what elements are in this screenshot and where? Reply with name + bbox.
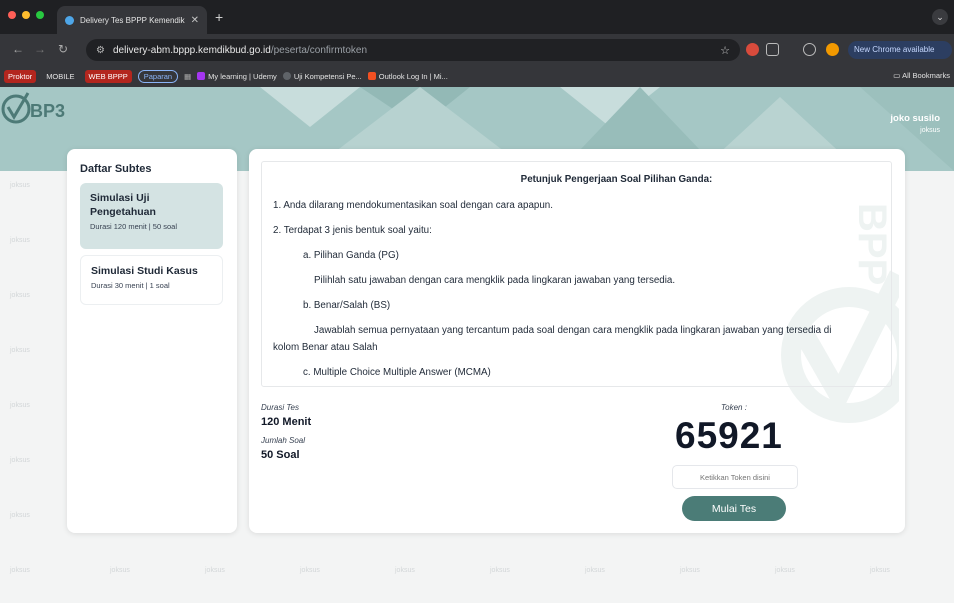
bp3-logo: BP3: [1, 92, 65, 124]
watermark-text: joksus: [680, 567, 700, 574]
watermark-text: joksus: [205, 567, 225, 574]
instruction-line: Jawablah semua pernyataan yang tercantum…: [314, 325, 832, 336]
watermark-text: joksus: [10, 512, 30, 519]
watermark-text: joksus: [870, 567, 890, 574]
subtest-detail: Durasi 120 menit | 50 soal: [90, 222, 177, 232]
globe-icon: [282, 71, 291, 80]
svg-text:BP3: BP3: [30, 101, 65, 121]
watermark-text: joksus: [10, 457, 30, 464]
instruction-line: 2. Terdapat 3 jenis bentuk soal yaitu:: [273, 225, 432, 236]
bookmark-web-bppp[interactable]: WEB BPPP: [84, 69, 132, 83]
watermark-text: joksus: [110, 567, 130, 574]
maximize-window-icon[interactable]: [36, 11, 44, 19]
instructions-panel: Petunjuk Pengerjaan Soal Pilihan Ganda: …: [261, 161, 892, 387]
duration-label: Durasi Tes: [261, 403, 299, 412]
watermark-text: joksus: [395, 567, 415, 574]
browser-toolbar: ← → ↻ ⚙ delivery-abm.bppp.kemdikbud.go.i…: [0, 34, 954, 65]
reload-icon[interactable]: ↻: [58, 42, 68, 56]
bookmark-outlook[interactable]: Outlook Log In | Mi...: [367, 71, 448, 81]
subtest-list-card: Daftar Subtes Simulasi Uji Pengetahuan D…: [67, 149, 237, 533]
bookmark-udemy[interactable]: My learning | Udemy: [197, 71, 277, 81]
watermark-text: joksus: [490, 567, 510, 574]
bookmark-paparan[interactable]: Paparan: [137, 69, 179, 83]
user-name: joko susilo: [890, 113, 940, 124]
start-test-button[interactable]: Mulai Tes: [682, 496, 786, 521]
token-value: 65921: [675, 415, 783, 456]
bookmark-uji-kompetensi[interactable]: Uji Kompetensi Pe...: [282, 71, 362, 81]
tab-title: Delivery Tes BPPP Kemendikb: [80, 15, 185, 25]
question-count-value: 50 Soal: [261, 449, 300, 461]
site-info-icon[interactable]: ⚙: [96, 45, 105, 56]
watermark-text: joksus: [775, 567, 795, 574]
instruction-line: Pilihlah satu jawaban dengan cara mengkl…: [314, 275, 676, 286]
page-content: joksus joksus joksus joksus joksus joksus joks…: [0, 87, 954, 603]
instructions-heading: Petunjuk Pengerjaan Soal Pilihan Ganda:: [520, 174, 713, 185]
close-window-icon[interactable]: [8, 11, 16, 19]
watermark-text: joksus: [10, 292, 30, 299]
subtest-title: Simulasi Studi Kasus: [91, 265, 198, 277]
url-text: delivery-abm.bppp.kemdikbud.go.id/pesert…: [112, 44, 368, 56]
browser-tab-bar: Delivery Tes BPPP Kemendikb ✕ + ⌄: [0, 0, 954, 34]
instruction-line: kolom Benar atau Salah: [273, 342, 378, 353]
instruction-line: c. Multiple Choice Multiple Answer (MCMA…: [303, 367, 491, 378]
watermark-text: joksus: [10, 402, 30, 409]
site-favicon-icon: [65, 15, 74, 25]
question-count-label: Jumlah Soal: [261, 436, 306, 445]
extension-icon[interactable]: [746, 43, 759, 56]
subtest-title: Simulasi Uji Pengetahuan: [90, 192, 156, 219]
all-bookmarks-folder[interactable]: ▭ All Bookmarks: [893, 71, 950, 80]
bookmark-mobile[interactable]: MOBILE: [42, 70, 78, 83]
duration-value: 120 Menit: [261, 416, 312, 428]
profile-sync-icon[interactable]: [803, 43, 816, 56]
tab-search-icon[interactable]: ⌄: [932, 9, 948, 25]
watermark-text: joksus: [10, 237, 30, 244]
subtest-item-studi-kasus[interactable]: Simulasi Studi Kasus Durasi 30 menit | 1…: [80, 255, 223, 305]
subtest-detail: Durasi 30 menit | 1 soal: [91, 281, 170, 291]
forward-icon[interactable]: →: [34, 42, 46, 56]
close-tab-icon[interactable]: ✕: [191, 15, 199, 26]
subtest-list-title: Daftar Subtes: [80, 163, 152, 175]
instruction-line: b. Benar/Salah (BS): [303, 300, 391, 311]
watermark-text: joksus: [300, 567, 320, 574]
watermark-text: joksus: [10, 182, 30, 189]
new-tab-icon[interactable]: +: [215, 9, 223, 25]
instruction-line: a. Pilihan Ganda (PG): [303, 250, 399, 261]
watermark-text: joksus: [10, 567, 30, 574]
udemy-icon: [197, 71, 206, 80]
new-chrome-available-button[interactable]: New Chrome available: [848, 41, 952, 59]
user-info: joko susilo joksus: [890, 113, 940, 134]
bookmark-proktor[interactable]: Proktor: [4, 69, 37, 83]
microsoft-icon: [367, 71, 376, 80]
bookmark-star-icon[interactable]: ☆: [720, 44, 730, 57]
token-input[interactable]: [672, 465, 798, 489]
back-icon[interactable]: ←: [12, 42, 24, 56]
address-bar[interactable]: ⚙ delivery-abm.bppp.kemdikbud.go.id/pese…: [86, 39, 740, 61]
watermark-text: joksus: [585, 567, 605, 574]
token-label: Token :: [721, 403, 747, 412]
browser-tab[interactable]: Delivery Tes BPPP Kemendikb ✕: [57, 6, 207, 34]
minimize-window-icon[interactable]: [22, 11, 30, 19]
profile-avatar-icon[interactable]: [826, 43, 839, 56]
watermark-text: joksus: [10, 347, 30, 354]
user-id: joksus: [920, 127, 940, 134]
subtest-item-uji-pengetahuan[interactable]: Simulasi Uji Pengetahuan Durasi 120 meni…: [80, 183, 223, 249]
apps-grid-icon[interactable]: ▦: [184, 72, 191, 81]
extensions-puzzle-icon[interactable]: [766, 43, 779, 56]
bookmarks-bar: Proktor MOBILE WEB BPPP Paparan ▦ My lea…: [0, 65, 954, 87]
test-confirmation-card: BPP Petunjuk Pengerjaan Soal Pilihan Gan…: [249, 149, 905, 533]
instruction-line: 1. Anda dilarang mendokumentasikan soal …: [273, 200, 553, 211]
